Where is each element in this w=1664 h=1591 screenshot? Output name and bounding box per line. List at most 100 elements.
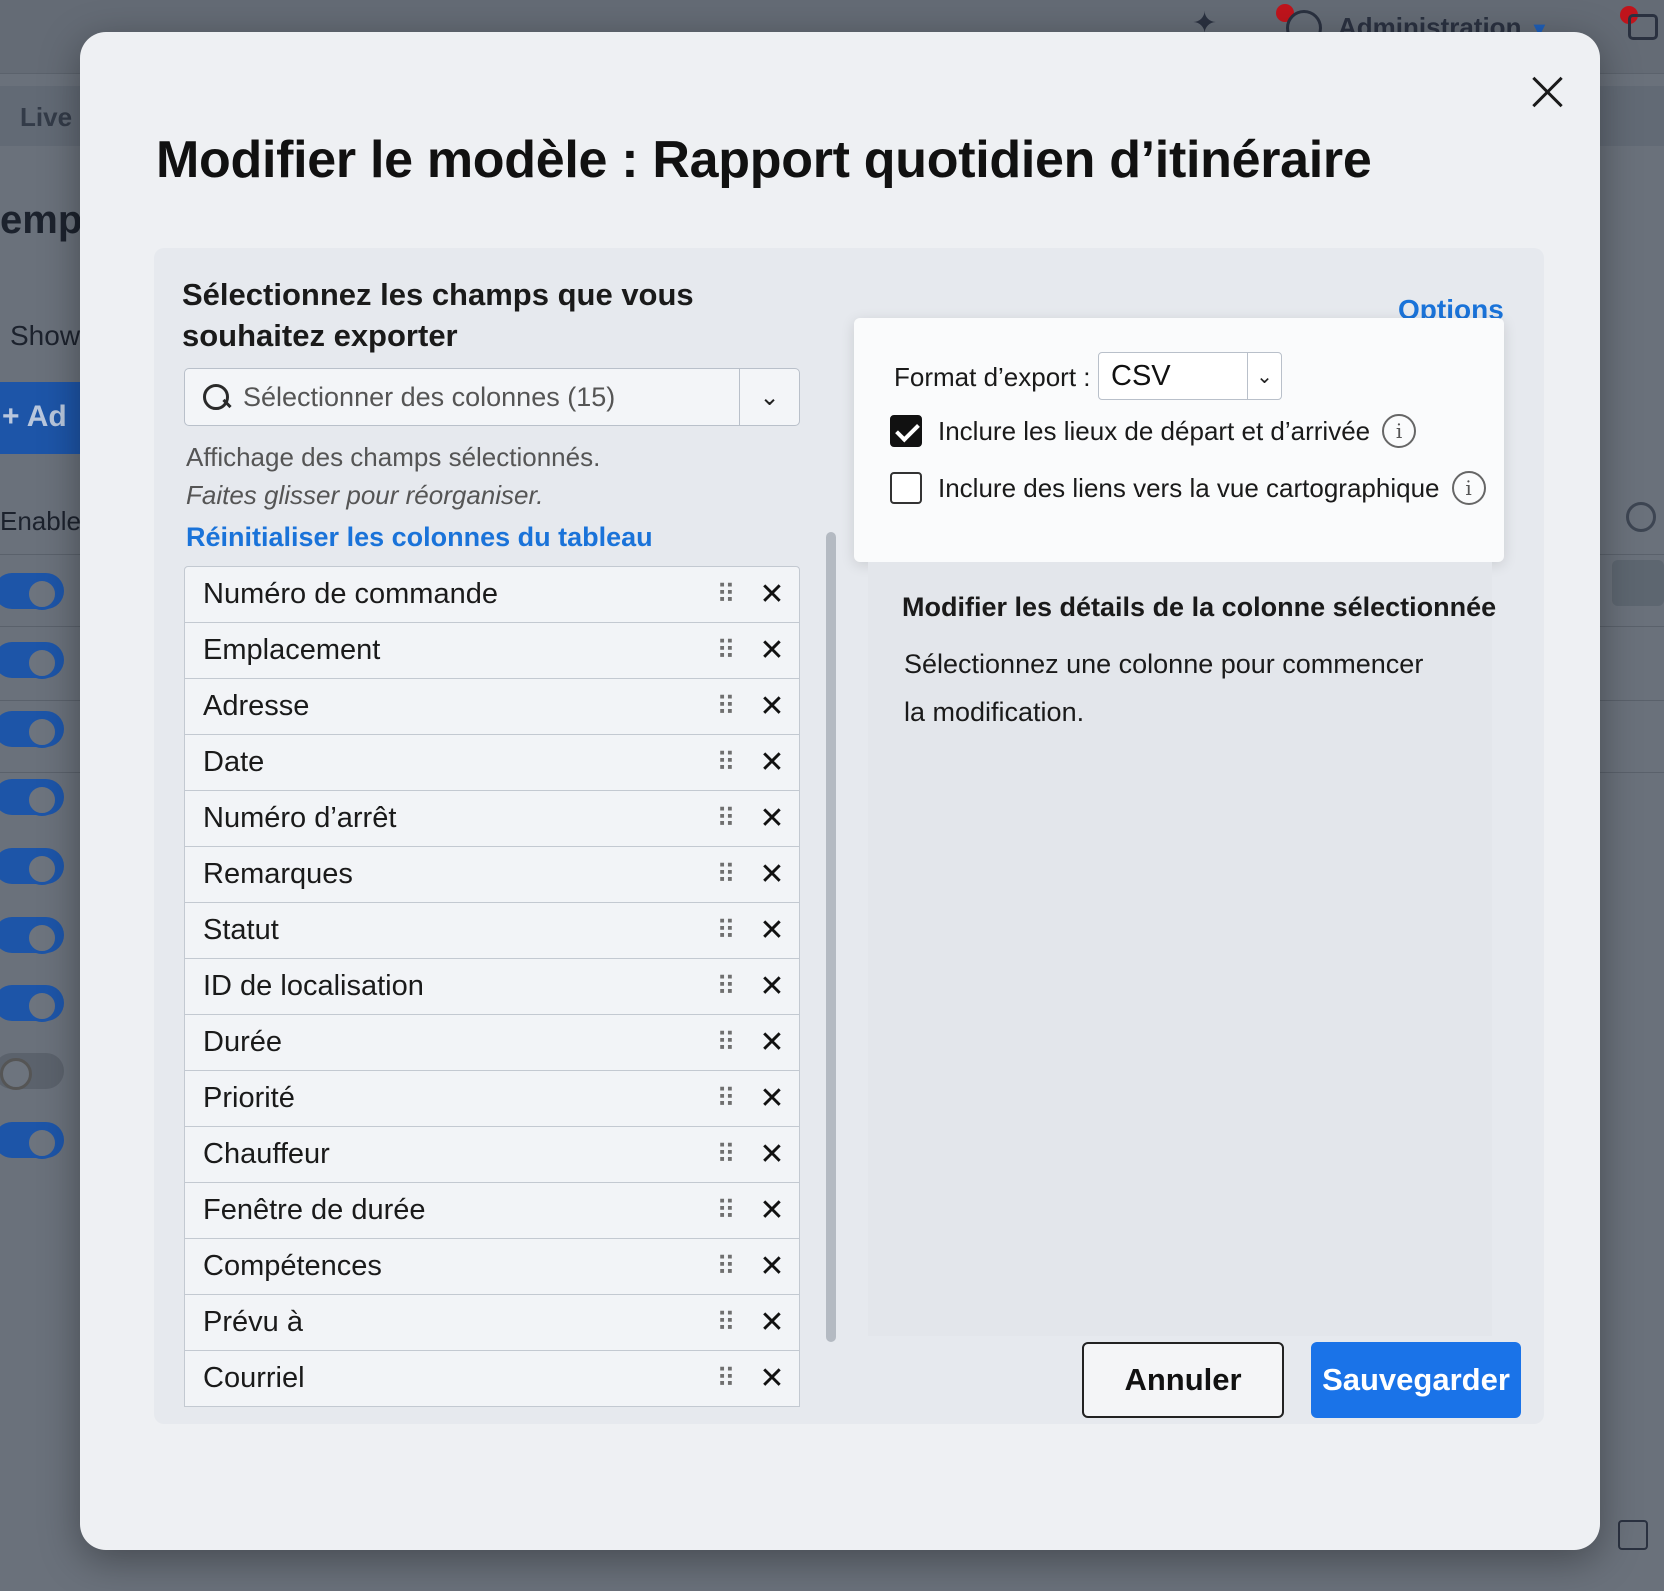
drag-handle-icon[interactable]: ⠿ [705, 1195, 745, 1226]
field-row[interactable]: Chauffeur ⠿ ✕ [185, 1127, 799, 1183]
field-label: Courriel [203, 1362, 305, 1394]
drag-handle-icon[interactable]: ⠿ [705, 1307, 745, 1338]
field-label: Fenêtre de durée [203, 1194, 426, 1226]
include-map-links-label: Inclure des liens vers la vue cartograph… [938, 472, 1440, 503]
drag-handle-icon[interactable]: ⠿ [705, 691, 745, 722]
field-list: Numéro de commande ⠿ ✕ Emplacement ⠿ ✕ Adresse… [184, 566, 800, 1407]
remove-icon[interactable]: ✕ [745, 969, 799, 1004]
column-select-placeholder: Sélectionner des colonnes (15) [243, 381, 616, 412]
include-map-links-checkbox[interactable] [890, 472, 922, 504]
checkbox [1618, 1520, 1648, 1550]
close-icon[interactable] [1524, 68, 1572, 116]
remove-icon[interactable]: ✕ [745, 1193, 799, 1228]
dropdown [1612, 560, 1664, 606]
remove-icon[interactable]: ✕ [745, 913, 799, 948]
reset-columns-link[interactable]: Réinitialiser les colonnes du tableau [186, 522, 653, 553]
drag-handle-icon[interactable]: ⠿ [705, 1363, 745, 1394]
enabled-toggle [0, 985, 64, 1022]
field-label: Durée [203, 1026, 282, 1058]
drag-handle-icon[interactable]: ⠿ [705, 1251, 745, 1282]
remove-icon[interactable]: ✕ [745, 577, 799, 612]
fields-heading: Sélectionnez les champs que vous souhait… [182, 277, 694, 353]
remove-icon[interactable]: ✕ [745, 1081, 799, 1116]
export-format-value: CSV [1111, 359, 1171, 392]
remove-icon[interactable]: ✕ [745, 689, 799, 724]
drag-handle-icon[interactable]: ⠿ [705, 859, 745, 890]
field-row[interactable]: Adresse ⠿ ✕ [185, 679, 799, 735]
remove-icon[interactable]: ✕ [745, 1305, 799, 1340]
export-format-select[interactable]: CSV ⌄ [1098, 352, 1282, 400]
field-row[interactable]: Numéro de commande ⠿ ✕ [185, 567, 799, 623]
scrollbar[interactable] [826, 532, 836, 1342]
drag-handle-icon[interactable]: ⠿ [705, 747, 745, 778]
hint-drag: Faites glisser pour réorganiser. [186, 480, 544, 510]
remove-icon[interactable]: ✕ [745, 745, 799, 780]
drag-handle-icon[interactable]: ⠿ [705, 803, 745, 834]
drag-handle-icon[interactable]: ⠿ [705, 915, 745, 946]
chat-icon [1628, 14, 1658, 40]
drag-handle-icon[interactable]: ⠿ [705, 1139, 745, 1170]
drag-handle-icon[interactable]: ⠿ [705, 971, 745, 1002]
field-row[interactable]: Compétences ⠿ ✕ [185, 1239, 799, 1295]
remove-icon[interactable]: ✕ [745, 1137, 799, 1172]
field-label: Numéro de commande [203, 578, 498, 610]
enabled-toggle [0, 711, 64, 748]
drag-handle-icon[interactable]: ⠿ [705, 635, 745, 666]
field-label: Compétences [203, 1250, 382, 1282]
remove-icon[interactable]: ✕ [745, 633, 799, 668]
field-label: Statut [203, 914, 279, 946]
field-row[interactable]: Fenêtre de durée ⠿ ✕ [185, 1183, 799, 1239]
enabled-toggle [0, 573, 64, 610]
options-card: Format d’export : CSV ⌄ Inclure les lieu… [854, 318, 1504, 562]
field-label: Date [203, 746, 265, 778]
field-label: Emplacement [203, 634, 381, 666]
export-format-label: Format d’export : [894, 362, 1091, 392]
remove-icon[interactable]: ✕ [745, 1025, 799, 1060]
enabled-toggle [0, 642, 64, 679]
column-details-body: Sélectionnez une colonne pour commencer … [904, 649, 1424, 727]
include-start-end-checkbox[interactable] [890, 415, 922, 447]
enabled-header: Enable [0, 506, 81, 536]
field-label: ID de localisation [203, 970, 424, 1002]
remove-icon[interactable]: ✕ [745, 1249, 799, 1284]
field-row[interactable]: ID de localisation ⠿ ✕ [185, 959, 799, 1015]
field-row[interactable]: Statut ⠿ ✕ [185, 903, 799, 959]
enabled-toggle [0, 848, 64, 885]
drag-handle-icon[interactable]: ⠿ [705, 579, 745, 610]
column-select[interactable]: Sélectionner des colonnes (15) ⌄ [184, 368, 800, 426]
selected-fields-list: Numéro de commande ⠿ ✕ Emplacement ⠿ ✕ Adresse… [184, 566, 800, 1424]
enabled-toggle [0, 1122, 64, 1159]
enabled-toggle [0, 779, 64, 816]
field-row[interactable]: Priorité ⠿ ✕ [185, 1071, 799, 1127]
field-label: Prévu à [203, 1306, 303, 1338]
search-icon [1626, 502, 1656, 532]
enabled-toggle [0, 917, 64, 954]
field-label: Chauffeur [203, 1138, 330, 1170]
field-label: Adresse [203, 690, 310, 722]
remove-icon[interactable]: ✕ [745, 857, 799, 892]
drag-handle-icon[interactable]: ⠿ [705, 1027, 745, 1058]
remove-icon[interactable]: ✕ [745, 801, 799, 836]
enabled-toggle [0, 1053, 64, 1090]
include-start-end-option[interactable]: Inclure les lieux de départ et d’arrivée… [890, 414, 1417, 448]
field-label: Priorité [203, 1082, 295, 1114]
field-label: Remarques [203, 858, 353, 890]
edit-template-modal: Modifier le modèle : Rapport quotidien d… [80, 32, 1600, 1550]
info-icon[interactable]: i [1382, 414, 1417, 448]
field-row[interactable]: Date ⠿ ✕ [185, 735, 799, 791]
info-icon[interactable]: i [1451, 471, 1486, 505]
field-row[interactable]: Emplacement ⠿ ✕ [185, 623, 799, 679]
chevron-down-icon[interactable]: ⌄ [739, 369, 799, 425]
include-map-links-option[interactable]: Inclure des liens vers la vue cartograph… [890, 471, 1486, 505]
cancel-button[interactable]: Annuler [1082, 1342, 1284, 1418]
drag-handle-icon[interactable]: ⠿ [705, 1083, 745, 1114]
search-icon [201, 382, 231, 412]
remove-icon[interactable]: ✕ [745, 1361, 799, 1396]
field-row[interactable]: Durée ⠿ ✕ [185, 1015, 799, 1071]
field-row[interactable]: Prévu à ⠿ ✕ [185, 1295, 799, 1351]
field-row[interactable]: Courriel ⠿ ✕ [185, 1351, 799, 1407]
field-row[interactable]: Numéro d’arrêt ⠿ ✕ [185, 791, 799, 847]
save-button[interactable]: Sauvegarder [1311, 1342, 1521, 1418]
field-row[interactable]: Remarques ⠿ ✕ [185, 847, 799, 903]
column-details-title: Modifier les détails de la colonne sélec… [902, 592, 1497, 622]
